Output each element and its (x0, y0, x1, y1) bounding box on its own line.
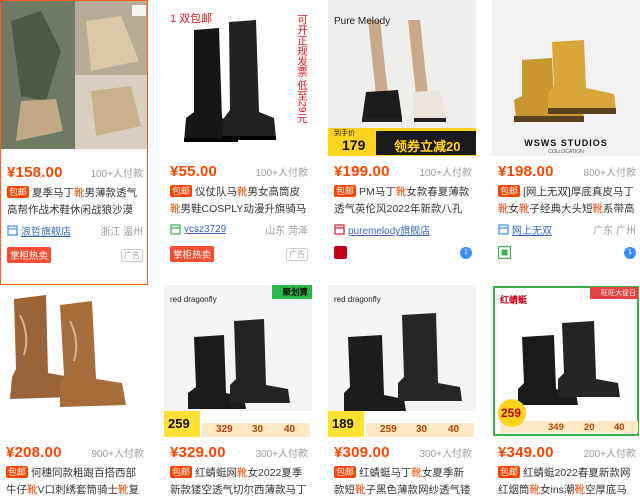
price: ¥55.00 (170, 163, 218, 180)
shop-icon (498, 224, 509, 235)
free-shipping-tag: 包邮 (334, 466, 357, 478)
free-shipping-tag: 包邮 (498, 466, 521, 478)
free-shipping-tag: 包邮 (7, 186, 30, 198)
product-card[interactable]: red dragonfly 聚划算 259 329 30 40 ¥329.00 … (164, 285, 312, 501)
free-shipping-tag: 包邮 (170, 185, 193, 197)
sales-count: 100+人付款 (255, 168, 308, 179)
price: ¥198.00 (498, 163, 554, 180)
sales-count: 100+人付款 (90, 169, 143, 180)
hot-sale-badge: 掌柜热卖 (7, 247, 52, 263)
shop-icon (170, 224, 181, 235)
product-title[interactable]: 包邮 何穗同款粗跟百搭西部牛仔靴V口刺绣套筒骑士靴复 (6, 465, 144, 499)
product-card[interactable]: red dragonfly 189 259 30 40 ¥309.00 300+… (328, 285, 476, 501)
wangwang-icon[interactable]: 1 (624, 246, 636, 259)
shop-icon (334, 224, 345, 235)
product-image[interactable]: 红蜻蜓 旺旺大促日 259 349 20 40 (492, 285, 640, 437)
location: 山东 菏泽 (265, 226, 308, 237)
product-card[interactable]: WSWS STUDIOS COLLOCATION ¥198.00 800+人付款… (492, 0, 640, 285)
product-image[interactable] (0, 285, 148, 433)
price: ¥208.00 (6, 444, 62, 461)
promo-price: 259 (501, 406, 522, 420)
sales-count: 800+人付款 (583, 168, 636, 179)
shop-link[interactable]: 网上无双 (512, 222, 552, 237)
shop-link[interactable]: puremelody旗舰店 (348, 222, 430, 237)
promo-value-a: 259 (380, 424, 397, 435)
product-image[interactable]: 1 双包邮 可开正规发票 低至29元 (164, 0, 312, 150)
promo-price: 179 (342, 137, 366, 153)
vertical-promo-text: 可开正规发票 低至29元 (296, 14, 308, 124)
location: 浙江 温州 (100, 227, 143, 238)
product-card[interactable]: 1 双包邮 可开正规发票 低至29元 ¥55.00 100+人付款 包邮 仪仗队马… (164, 0, 312, 285)
promo-value-a: 349 (548, 422, 564, 433)
promo-value-c: 40 (448, 424, 460, 435)
product-image[interactable]: Pure Melody 到手价 179 领券立减20 (328, 0, 476, 156)
brand-logo: Pure Melody (334, 16, 391, 27)
product-card[interactable]: ¥208.00 900+人付款 包邮 何穗同款粗跟百搭西部牛仔靴V口刺绣套筒骑士靴… (0, 285, 148, 501)
product-title[interactable]: 包邮红蜻蜓2022春夏新款网红烟筒靴女ins潮靴空厚底马丁 (498, 465, 636, 499)
shop-icon (7, 225, 18, 236)
brand-logo: WSWS STUDIOS (524, 138, 608, 148)
free-shipping-tag: 包邮 (6, 466, 29, 478)
shop-link[interactable]: ycsz3729 (184, 224, 226, 235)
wangwang-icon[interactable]: 1 (460, 246, 472, 259)
free-shipping-tag: 包邮 (498, 185, 521, 197)
product-card[interactable]: ¥158.00 100+人付款 包邮 夏季马丁靴男薄款透气高帮作战术鞋休闲战狼沙漠… (0, 0, 148, 285)
promo-value-b: 30 (416, 424, 428, 435)
ad-badge: 广告 (121, 248, 143, 262)
product-title[interactable]: 包邮PM马丁靴女款春夏薄款透气英伦风2022年新款八孔厚 (334, 184, 472, 218)
sales-count: 900+人付款 (91, 449, 144, 460)
overlay-text: 1 双包邮 (170, 13, 213, 25)
shop-type-icon (498, 246, 511, 259)
brand-logo: red dragonfly (170, 295, 217, 304)
tmall-icon (334, 246, 347, 259)
location: 广东 广州 (593, 226, 636, 237)
price: ¥329.00 (170, 444, 226, 461)
brand-logo: 红蜻蜓 (500, 295, 528, 305)
promo-corner-tag: 聚划算 (282, 287, 308, 297)
promo-value-c: 40 (284, 424, 296, 435)
price: ¥158.00 (7, 164, 63, 181)
sales-count: 200+人付款 (583, 449, 636, 460)
product-image[interactable]: WSWS STUDIOS COLLOCATION (492, 0, 640, 156)
product-title[interactable]: 包邮 [网上无双]厚底真皮马丁靴女靴子经典大头短靴系带高 (498, 184, 636, 218)
product-title[interactable]: 包邮 红蜻蜓网靴女2022夏季新款镂空透气切尔西薄款马丁 (170, 465, 308, 499)
free-shipping-tag: 包邮 (334, 185, 357, 197)
promo-price: 259 (168, 416, 190, 431)
promo-corner-tag: 旺旺大促日 (601, 290, 636, 297)
product-card[interactable]: 红蜻蜓 旺旺大促日 259 349 20 40 ¥349.00 200+人付款 … (492, 285, 640, 501)
price: ¥309.00 (334, 444, 390, 461)
promo-value-c: 40 (614, 422, 625, 433)
ad-badge: 广告 (286, 247, 308, 261)
product-title[interactable]: 包邮 红蜻蜓马丁靴女夏季新款短靴子黑色薄款网纱透气镂 (334, 465, 472, 499)
product-card[interactable]: Pure Melody 到手价 179 领券立减20 ¥199.00 100+人… (328, 0, 476, 285)
sales-count: 300+人付款 (419, 449, 472, 460)
product-image[interactable] (1, 1, 147, 149)
brand-logo: red dragonfly (334, 295, 381, 304)
product-title[interactable]: 包邮 仪仗队马靴男女高筒皮 靴男鞋COSPLY动漫升旗骑马 (170, 184, 308, 218)
sales-count: 100+人付款 (419, 168, 472, 179)
free-shipping-tag: 包邮 (170, 466, 193, 478)
price: ¥349.00 (498, 444, 554, 461)
product-image[interactable]: red dragonfly 聚划算 259 329 30 40 (164, 285, 312, 437)
sales-count: 300+人付款 (255, 449, 308, 460)
promo-coupon-text: 领券立减20 (394, 139, 461, 154)
product-title[interactable]: 包邮夏季马丁靴男薄款透气高帮作战术鞋休闲战狼沙漠工 (7, 185, 143, 219)
promo-price: 189 (332, 416, 354, 431)
hot-sale-badge: 掌柜热卖 (170, 246, 215, 262)
shop-link[interactable]: 浪哲旗舰店 (21, 223, 71, 238)
product-image[interactable]: red dragonfly 189 259 30 40 (328, 285, 476, 437)
brand-subtitle: COLLOCATION (548, 149, 584, 155)
promo-value-b: 30 (252, 424, 264, 435)
promo-value-a: 329 (216, 424, 233, 435)
promo-value-b: 20 (584, 422, 595, 433)
price: ¥199.00 (334, 163, 390, 180)
